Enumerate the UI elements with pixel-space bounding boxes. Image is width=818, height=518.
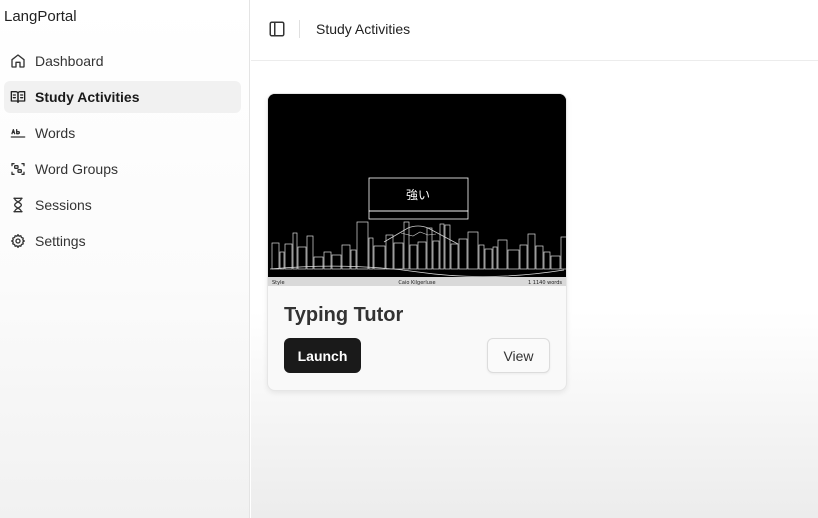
sidebar-item-label: Dashboard xyxy=(35,53,104,69)
launch-button[interactable]: Launch xyxy=(284,338,361,373)
top-bar: Study Activities xyxy=(251,0,818,61)
app-brand: LangPortal xyxy=(4,8,77,25)
page-title: Study Activities xyxy=(316,21,411,37)
sidebar-item-label: Word Groups xyxy=(35,161,118,177)
sidebar-item-label: Study Activities xyxy=(35,89,140,105)
preview-status-center: Caio Kilgerluse xyxy=(398,280,435,286)
sidebar-item-dashboard[interactable]: Dashboard xyxy=(4,45,241,77)
sidebar-toggle-icon[interactable] xyxy=(268,20,286,38)
gear-icon xyxy=(11,234,25,248)
header-divider xyxy=(299,20,300,38)
activity-card: 強い Style Caio Kilgerluse 1 1140 words Ty… xyxy=(267,93,567,391)
book-open-icon xyxy=(10,91,26,103)
preview-status-left: Style xyxy=(272,280,285,286)
sidebar: LangPortal Dashboard Study Activities Wo… xyxy=(0,0,250,518)
activity-title: Typing Tutor xyxy=(284,304,404,326)
sidebar-item-label: Sessions xyxy=(35,197,92,213)
sidebar-item-label: Settings xyxy=(35,233,86,249)
hourglass-icon xyxy=(13,197,23,213)
view-button[interactable]: View xyxy=(487,338,550,373)
activity-preview-image[interactable]: 強い Style Caio Kilgerluse 1 1140 words xyxy=(268,94,566,286)
preview-status-right: 1 1140 words xyxy=(528,280,562,286)
sidebar-item-settings[interactable]: Settings xyxy=(4,225,241,257)
sidebar-item-word-groups[interactable]: Word Groups xyxy=(4,153,241,185)
sidebar-item-sessions[interactable]: Sessions xyxy=(4,189,241,221)
home-icon xyxy=(11,54,25,68)
group-icon xyxy=(11,163,25,175)
sidebar-item-words[interactable]: Words xyxy=(4,117,241,149)
sidebar-item-study-activities[interactable]: Study Activities xyxy=(4,81,241,113)
spell-check-icon xyxy=(10,129,26,138)
sidebar-item-label: Words xyxy=(35,125,76,141)
preview-kanji: 強い xyxy=(406,188,430,202)
sidebar-nav: Dashboard Study Activities Words Word Gr… xyxy=(4,45,241,261)
main-content: Study Activities 強い Style Caio Kilgerlus… xyxy=(251,0,818,518)
